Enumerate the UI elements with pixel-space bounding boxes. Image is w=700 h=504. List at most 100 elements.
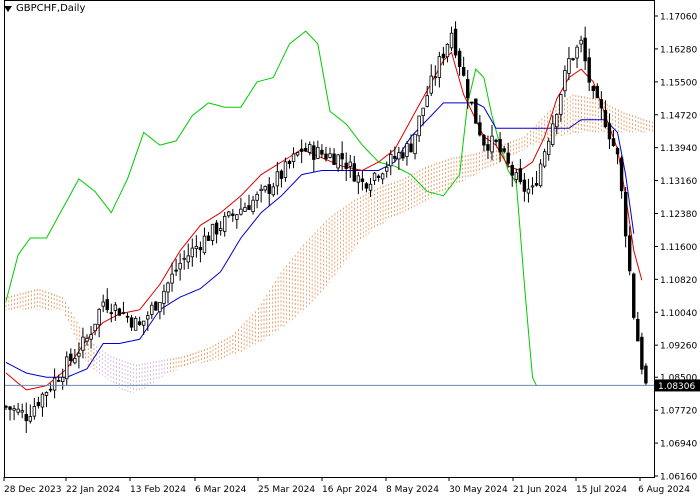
candle-body (421, 107, 425, 117)
candle-body (611, 138, 616, 147)
candle-body (547, 140, 551, 155)
candle-body (170, 273, 174, 284)
candle-body (457, 50, 462, 67)
y-tick-label: 1.07720 (660, 407, 697, 417)
candle-body (158, 301, 162, 313)
candle-body (93, 323, 97, 332)
candle-body (52, 377, 57, 391)
candle-body (227, 211, 231, 217)
candle-body (36, 401, 41, 407)
candle-body (16, 408, 20, 413)
candle-body (478, 122, 482, 136)
candle-body (526, 188, 531, 194)
candle-body (324, 153, 328, 160)
candle-body (344, 162, 348, 169)
candlestick-chart[interactable]: 1.17060 1.16280 1.15500 1.14720 1.13940 1.131… (0, 0, 700, 500)
y-tick-label: 1.17060 (660, 13, 697, 23)
candle-body (20, 410, 24, 413)
candle-body (190, 247, 194, 258)
candle-body (206, 235, 211, 241)
candle-body (494, 139, 498, 143)
y-tick-label: 1.15500 (660, 78, 697, 88)
dropdown-triangle-icon[interactable] (4, 5, 12, 12)
candle-body (271, 186, 275, 196)
candle-body (174, 269, 178, 272)
candle-body (61, 376, 65, 383)
candle-body (409, 143, 413, 153)
candle-body (154, 301, 158, 311)
candle-body (194, 245, 199, 249)
candle-body (364, 183, 369, 189)
candle-body (623, 192, 628, 237)
candle-body (231, 213, 235, 216)
candle-body (356, 175, 361, 183)
candle-body (628, 235, 632, 272)
candle-body (389, 153, 393, 167)
candle-body (510, 165, 514, 176)
candle-body (542, 151, 547, 167)
candle-body (247, 205, 251, 211)
candle-body (166, 282, 170, 293)
candle-body (486, 144, 490, 151)
candle-body (514, 172, 518, 180)
candle-body (559, 94, 563, 115)
chikou-span-line (5, 30, 537, 386)
candle-body (186, 255, 190, 263)
candle-body (340, 153, 344, 160)
candle-body (222, 215, 227, 232)
candle-body (113, 304, 118, 311)
candle-body (239, 208, 243, 215)
x-tick-label: 22 Jan 2024 (66, 485, 120, 495)
candle-body (583, 37, 587, 62)
candle-body (632, 273, 636, 318)
candle-body (320, 149, 324, 155)
candle-body (591, 85, 595, 92)
candle-body (259, 188, 263, 192)
ichimoku-cloud (5, 94, 653, 395)
candle-body (644, 365, 648, 384)
candle-body (129, 317, 134, 328)
candle-body (137, 321, 142, 325)
symbol-title[interactable]: GBPCHF,Daily (4, 3, 85, 14)
candle-body (65, 356, 69, 380)
candle-body (77, 352, 81, 357)
y-tick-label: 1.16280 (660, 45, 697, 55)
candle-body (12, 408, 16, 411)
candle-body (182, 257, 186, 260)
candle-body (295, 152, 300, 156)
x-tick-label: 6 Mar 2024 (195, 485, 247, 495)
candle-body (287, 160, 292, 164)
candle-body (69, 353, 73, 361)
candle-body (555, 114, 559, 128)
candle-body (498, 139, 502, 153)
x-tick-label: 16 Apr 2024 (322, 485, 378, 495)
candles (4, 21, 648, 433)
x-tick-label: 28 Dec 2023 (4, 485, 62, 495)
candle-body (530, 185, 535, 188)
candle-body (640, 336, 644, 370)
y-tick-label: 1.09260 (660, 342, 697, 352)
y-tick-label: 1.06160 (660, 473, 697, 483)
candle-body (619, 157, 624, 192)
candle-body (348, 161, 352, 167)
chart-window[interactable]: 1.17060 1.16280 1.15500 1.14720 1.13940 1.131… (0, 0, 700, 500)
candle-body (105, 299, 109, 311)
candle-body (417, 115, 421, 137)
candle-body (368, 183, 373, 191)
candle-body (453, 28, 458, 56)
current-price-label: 1.08306 (658, 382, 695, 392)
y-tick-label: 1.10040 (660, 309, 697, 319)
candle-body (441, 53, 446, 59)
symbol-title-text: GBPCHF,Daily (16, 3, 86, 14)
y-tick-label: 1.06940 (660, 440, 697, 450)
candle-body (437, 56, 442, 78)
candle-body (465, 79, 470, 99)
candle-body (518, 168, 523, 183)
candle-body (490, 135, 494, 153)
candle-body (538, 163, 543, 187)
candle-body (40, 393, 45, 408)
candle-body (32, 406, 37, 417)
candle-body (599, 99, 604, 109)
ichimoku-lines (5, 30, 643, 391)
kijun-sen-line (5, 102, 635, 378)
